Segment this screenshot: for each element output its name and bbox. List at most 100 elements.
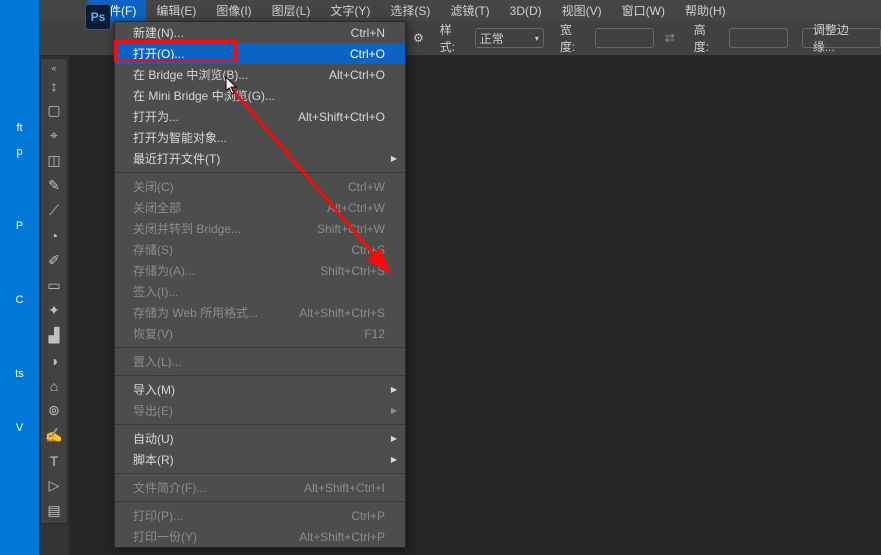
file-menu-dropdown: 新建(N)... Ctrl+N 打开(O)... Ctrl+O 在 Bridge 中浏览…	[114, 21, 406, 548]
menu-item: 关闭全部 Alt+Ctrl+W	[115, 197, 405, 218]
collapse-icon[interactable]: «	[43, 63, 65, 73]
menu-item-label: 存储为(A)...	[133, 262, 195, 279]
menu-item-label: 打开为...	[133, 108, 179, 125]
menu-item: 关闭(C) Ctrl+W	[115, 176, 405, 197]
menu-item: 存储为(A)... Shift+Ctrl+S	[115, 260, 405, 281]
link-icon[interactable]: ⇄	[662, 31, 678, 45]
desktop-label: p	[0, 146, 39, 158]
menu-select[interactable]: 选择(S)	[380, 0, 440, 22]
crop-tool[interactable]: ◫	[42, 149, 66, 172]
menu-item-shortcut: Shift+Ctrl+S	[320, 264, 385, 278]
menu-item-label: 脚本(R)	[133, 451, 174, 468]
healing-tool[interactable]: ⟋	[42, 199, 66, 222]
hand-tool[interactable]: ▤	[42, 499, 66, 522]
eraser-tool[interactable]: ✦	[42, 299, 66, 322]
menu-separator	[115, 347, 405, 348]
menu-item: 置入(L)...	[115, 351, 405, 372]
menubar: 文件(F) 编辑(E) 图像(I) 图层(L) 文字(Y) 选择(S) 滤镜(T…	[39, 0, 881, 21]
menu-item-shortcut: Ctrl+S	[351, 243, 385, 257]
blur-tool[interactable]: ◑	[42, 349, 66, 372]
chevron-down-icon: ▾	[535, 34, 539, 43]
history-brush-tool[interactable]: ▭	[42, 274, 66, 297]
refine-edge-button[interactable]: 调整边缘...	[802, 28, 881, 48]
menu-item[interactable]: 新建(N)... Ctrl+N	[115, 22, 405, 43]
menu-3d[interactable]: 3D(D)	[500, 1, 552, 21]
menu-view[interactable]: 视图(V)	[552, 0, 612, 22]
height-input[interactable]	[729, 28, 788, 48]
menu-item[interactable]: 最近打开文件(T)	[115, 148, 405, 169]
menu-item: 存储为 Web 所用格式...Alt+Shift+Ctrl+S	[115, 302, 405, 323]
stamp-tool[interactable]: ✐	[42, 249, 66, 272]
menu-item-label: 打开(O)...	[133, 45, 184, 62]
gradient-tool[interactable]: ▟	[42, 324, 66, 347]
menu-item: 签入(I)...	[115, 281, 405, 302]
refine-edge-label: 调整边缘...	[813, 21, 870, 55]
style-value: 正常	[480, 30, 504, 47]
lasso-tool[interactable]: ⌖	[42, 124, 66, 147]
menu-item[interactable]: 自动(U)	[115, 428, 405, 449]
menu-layer[interactable]: 图层(L)	[262, 0, 321, 22]
menu-item-label: 导出(E)	[133, 402, 173, 419]
menu-item-shortcut: Alt+Shift+Ctrl+O	[298, 110, 385, 124]
desktop-strip: ft p P C ts V	[0, 0, 39, 555]
menu-item-label: 自动(U)	[133, 430, 174, 447]
menu-filter[interactable]: 滤镜(T)	[440, 0, 499, 22]
shape-tool[interactable]: ▷	[42, 474, 66, 497]
menu-separator	[115, 473, 405, 474]
style-select[interactable]: 正常 ▾	[475, 28, 544, 48]
path-tool[interactable]: T	[42, 449, 66, 472]
move-tool[interactable]: ↕	[42, 74, 66, 97]
menu-item-shortcut: Ctrl+O	[350, 47, 385, 61]
menu-item[interactable]: 打开为智能对象...	[115, 127, 405, 148]
menu-item-label: 关闭(C)	[133, 178, 174, 195]
menu-item: 恢复(V)F12	[115, 323, 405, 344]
menu-separator	[115, 424, 405, 425]
menu-item-shortcut: Alt+Ctrl+W	[327, 201, 385, 215]
cursor-icon	[225, 76, 239, 96]
menu-item-label: 新建(N)...	[133, 24, 184, 41]
menu-help[interactable]: 帮助(H)	[675, 0, 736, 22]
menu-item-shortcut: Alt+Shift+Ctrl+I	[304, 481, 385, 495]
eyedropper-tool[interactable]: ✎	[42, 174, 66, 197]
menu-item-label: 签入(I)...	[133, 283, 178, 300]
menu-image[interactable]: 图像(I)	[206, 0, 261, 22]
menu-item: 文件简介(F)... Alt+Shift+Ctrl+I	[115, 477, 405, 498]
menu-item: 导出(E)	[115, 400, 405, 421]
menu-item-shortcut: Alt+Shift+Ctrl+S	[299, 306, 385, 320]
menu-item[interactable]: 脚本(R)	[115, 449, 405, 470]
menu-item-label: 关闭全部	[133, 199, 181, 216]
menu-item[interactable]: 在 Bridge 中浏览(B)...Alt+Ctrl+O	[115, 64, 405, 85]
dodge-tool[interactable]: ⌂	[42, 374, 66, 397]
menu-item-label: 文件简介(F)...	[133, 479, 206, 496]
marquee-tool[interactable]: ▢	[42, 99, 66, 122]
app-logo: Ps	[85, 4, 111, 30]
menu-item[interactable]: 在 Mini Bridge 中浏览(G)...	[115, 85, 405, 106]
brush-tool[interactable]: ◔	[42, 224, 66, 247]
menu-item-label: 存储(S)	[133, 241, 173, 258]
menu-item-shortcut: Ctrl+N	[351, 26, 385, 40]
desktop-label: V	[0, 422, 39, 434]
desktop-label: C	[0, 294, 39, 306]
menu-edit[interactable]: 编辑(E)	[146, 0, 206, 22]
height-label: 高度:	[694, 21, 721, 55]
pen-tool[interactable]: ⊚	[42, 399, 66, 422]
menu-item[interactable]: 打开为... Alt+Shift+Ctrl+O	[115, 106, 405, 127]
menu-item-shortcut: Alt+Shift+Ctrl+P	[299, 530, 385, 544]
gear-icon[interactable]: ⚙	[413, 31, 424, 45]
menu-item-shortcut: Ctrl+W	[348, 180, 385, 194]
menu-item[interactable]: 打开(O)... Ctrl+O	[115, 43, 405, 64]
tool-panel: « ↕ ▢ ⌖ ◫ ✎ ⟋ ◔ ✐ ▭ ✦ ▟ ◑ ⌂ ⊚ ✍ T ▷ ▤	[40, 58, 68, 524]
menu-item-label: 恢复(V)	[133, 325, 173, 342]
menu-text[interactable]: 文字(Y)	[320, 0, 380, 22]
menu-item-label: 打开为智能对象...	[133, 129, 227, 146]
menu-window[interactable]: 窗口(W)	[612, 0, 675, 22]
photoshop-window: Ps 文件(F) 编辑(E) 图像(I) 图层(L) 文字(Y) 选择(S) 滤…	[39, 0, 881, 555]
menu-item-shortcut: Alt+Ctrl+O	[329, 68, 385, 82]
menu-item-label: 关闭并转到 Bridge...	[133, 220, 241, 237]
type-tool[interactable]: ✍	[42, 424, 66, 447]
menu-item-shortcut: Ctrl+P	[351, 509, 385, 523]
style-label: 样式:	[440, 21, 467, 55]
width-input[interactable]	[595, 28, 654, 48]
menu-item: 关闭并转到 Bridge...Shift+Ctrl+W	[115, 218, 405, 239]
menu-item[interactable]: 导入(M)	[115, 379, 405, 400]
